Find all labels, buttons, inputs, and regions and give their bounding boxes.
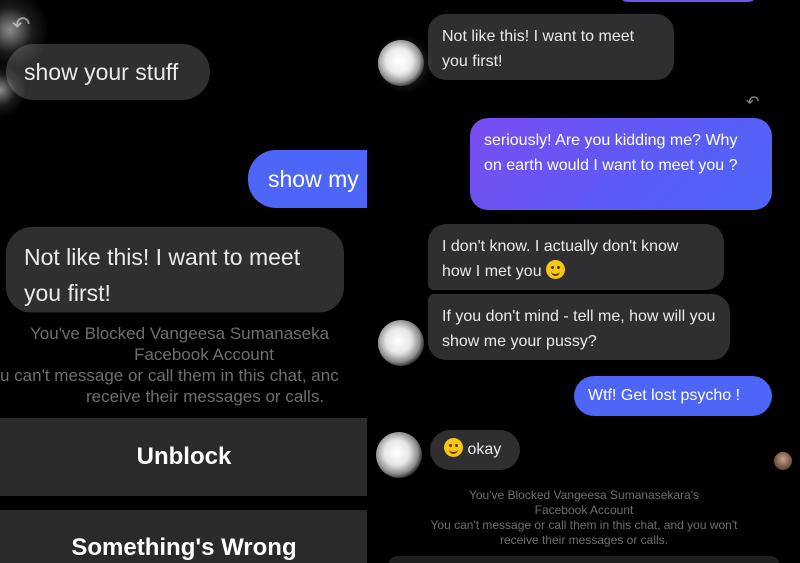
message-text: seriously! Are you kidding me? Why on ea… [484,132,738,174]
slightly-smiling-emoji-icon [444,438,463,457]
slightly-smiling-emoji-icon [546,260,566,279]
message-bubble-incoming[interactable]: okay [430,430,520,470]
message-text: show my [268,166,359,192]
unblock-button[interactable]: Unblock [0,418,368,496]
message-bubble-outgoing[interactable]: show my [248,150,368,208]
message-bubble-incoming[interactable]: I don't know. I actually don't know how … [428,224,724,290]
action-sheet-edge [388,556,780,563]
message-bubble-outgoing[interactable]: seriously! Are you kidding me? Why on ea… [470,118,772,210]
blocked-notice-line1: You can't message or call them in this c… [430,518,738,532]
reply-icon: ↶ [746,94,760,111]
blocked-notice-line2: receive their messages or calls. [499,533,669,547]
contact-avatar[interactable] [378,40,424,86]
message-bubble-incoming[interactable]: If you don't mind - tell me, how will yo… [428,294,730,360]
blocked-notice: You've Blocked Vangeesa Sumanaseka Faceb… [0,323,368,407]
right-chat-panel: Not like this! I want to meet you first!… [368,0,800,563]
blocked-notice-subtitle: Facebook Account [534,503,634,517]
blocked-notice-line2: receive their messages or calls. [85,387,325,406]
panel-divider [367,0,369,563]
message-bubble-incoming[interactable]: Not like this! I want to meet you first! [428,14,674,80]
reply-icon: ↶ [12,12,31,37]
contact-avatar[interactable] [378,320,424,366]
message-text: If you don't mind - tell me, how will yo… [442,308,716,350]
message-text: Wtf! Get lost psycho ! [588,387,741,404]
something-wrong-button-label: Something's Wrong [71,534,297,561]
blocked-notice-line1: u can't message or call them in this cha… [0,366,339,385]
message-bubble-incoming[interactable]: show your stuff [6,44,210,100]
blocked-notice: You've Blocked Vangeesa Sumanasekara's F… [388,488,780,548]
contact-avatar[interactable] [376,432,422,478]
something-wrong-button[interactable]: Something's Wrong [0,510,368,563]
blocked-notice-subtitle: Facebook Account [134,345,274,364]
message-bubble-top-edge [618,0,758,2]
message-bubble-outgoing[interactable]: Wtf! Get lost psycho ! [574,376,772,416]
unblock-button-label: Unblock [136,443,232,470]
message-text: Not like this! I want to meet you first! [24,244,301,306]
message-text: okay [467,441,502,458]
blocked-notice-title: You've Blocked Vangeesa Sumanasekara's [468,488,700,502]
message-text: Not like this! I want to meet you first! [442,28,635,70]
blocked-notice-title: You've Blocked Vangeesa Sumanaseka [30,324,330,343]
message-text: show your stuff [24,59,179,85]
left-chat-panel: ↶ show your stuff show my Not like this!… [0,0,368,563]
message-bubble-incoming[interactable]: Not like this! I want to meet you first! [6,227,344,313]
read-receipt-avatar-icon [774,452,792,470]
